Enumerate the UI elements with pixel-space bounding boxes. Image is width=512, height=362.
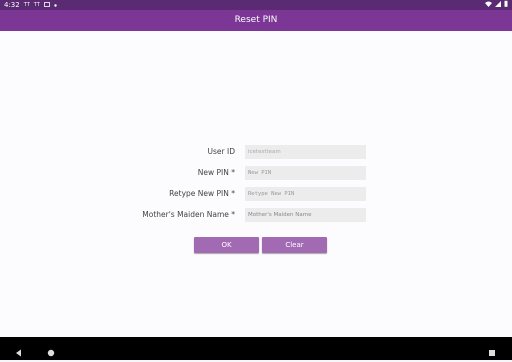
page-title: Reset PIN xyxy=(234,15,278,25)
wifi-icon xyxy=(485,0,492,10)
new-pin-label: New PIN * xyxy=(197,168,235,177)
maiden-name-input[interactable]: Mother's Maiden Name xyxy=(245,208,366,222)
user-id-row: User ID icetestteam xyxy=(0,145,512,159)
battery-icon xyxy=(504,0,508,10)
retype-pin-label: Retype New PIN * xyxy=(169,189,235,198)
retype-pin-input[interactable]: Retype New PIN xyxy=(245,187,366,201)
new-pin-input[interactable]: New PIN xyxy=(245,166,366,180)
back-icon[interactable] xyxy=(14,343,24,357)
image-icon xyxy=(43,0,50,10)
maiden-name-label: Mother's Maiden Name * xyxy=(142,210,235,219)
user-id-field: icetestteam xyxy=(245,145,366,159)
navigation-bar xyxy=(0,337,512,360)
clock: 4:32 xyxy=(4,1,20,9)
user-id-label: User ID xyxy=(207,147,235,156)
tt-icon: TT xyxy=(33,2,40,8)
signal-icon xyxy=(495,0,501,10)
clear-button[interactable]: Clear xyxy=(262,237,327,253)
reset-pin-form xyxy=(0,31,512,337)
title-bar: Reset PIN xyxy=(0,10,512,31)
tt-icon: TT xyxy=(23,2,30,8)
dot-icon xyxy=(54,0,57,10)
ok-button[interactable]: OK xyxy=(194,237,259,253)
home-icon[interactable] xyxy=(46,343,56,357)
retype-pin-row: Retype New PIN * Retype New PIN xyxy=(0,187,512,201)
recents-icon[interactable] xyxy=(487,343,497,356)
new-pin-row: New PIN * New PIN xyxy=(0,166,512,180)
maiden-name-row: Mother's Maiden Name * Mother's Maiden N… xyxy=(0,208,512,222)
status-bar: 4:32 TT TT xyxy=(0,0,512,10)
